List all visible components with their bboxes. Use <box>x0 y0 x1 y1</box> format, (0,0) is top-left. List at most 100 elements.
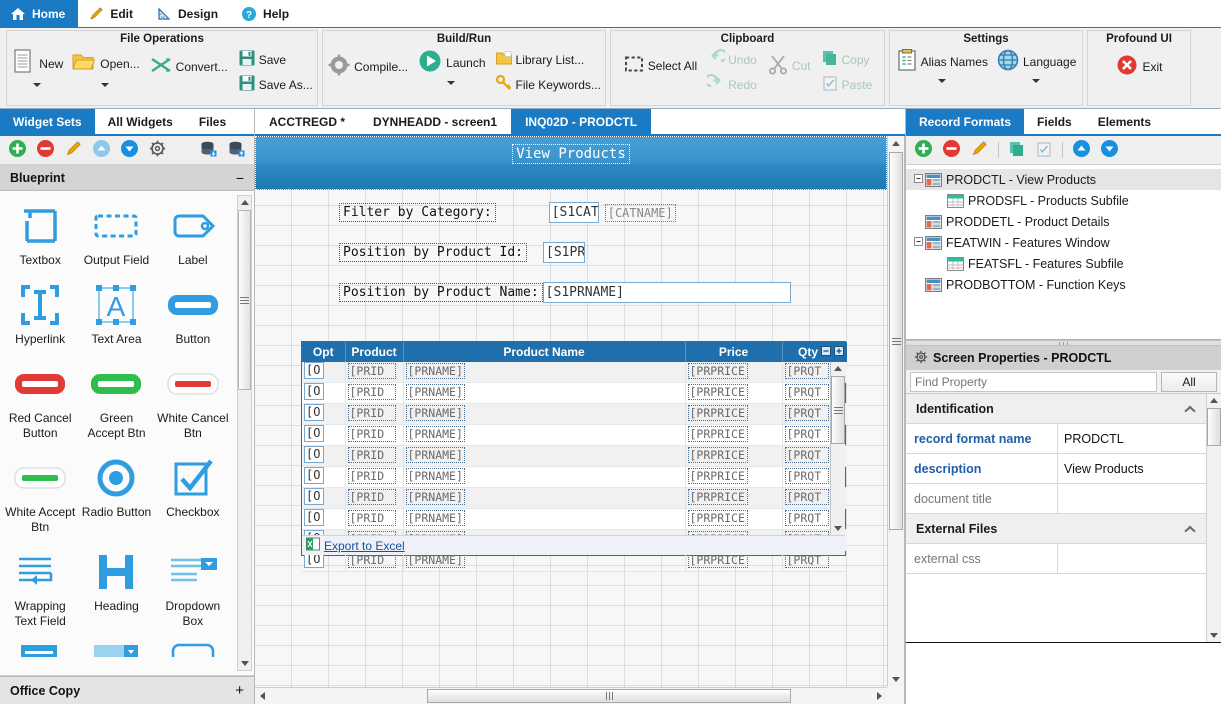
grid-scroll-down-arrow[interactable] <box>831 522 845 535</box>
grid-cell-price[interactable]: [PRPRICE <box>685 509 782 530</box>
property-value[interactable]: View Products <box>1058 454 1206 483</box>
tab-files[interactable]: Files <box>186 109 239 134</box>
doc-tab-acctregd[interactable]: ACCTREGD * <box>255 109 359 134</box>
widget-item-partial-2[interactable] <box>78 637 154 665</box>
table-row[interactable]: [O[PRID[PRNAME][PRPRICE[PRQT <box>302 467 847 488</box>
properties-scrollbar[interactable] <box>1206 394 1221 642</box>
position-product-id-input[interactable]: [S1PRI <box>543 242 585 263</box>
canvas-vscroll-thumb[interactable] <box>889 152 903 530</box>
grid-col-opt[interactable]: Opt <box>302 342 345 362</box>
copy-format-icon[interactable] <box>1008 140 1026 161</box>
grid-scroll-up-arrow[interactable] <box>831 362 845 375</box>
tree-node[interactable]: PRODDETL - Product Details <box>906 211 1221 232</box>
language-dropdown-arrow[interactable] <box>996 75 1076 85</box>
property-value[interactable] <box>1058 484 1206 513</box>
tab-record-formats[interactable]: Record Formats <box>906 109 1024 134</box>
expand-plus-icon[interactable] <box>834 345 844 359</box>
table-row[interactable]: [O[PRID[PRNAME][PRPRICE[PRQT <box>302 446 847 467</box>
tab-fields[interactable]: Fields <box>1024 109 1085 134</box>
open-dropdown-arrow[interactable] <box>71 79 139 89</box>
widget-item-green-accept-button[interactable]: Green Accept Btn <box>78 355 154 449</box>
doc-tab-dynheadd[interactable]: DYNHEADD - screen1 <box>359 109 511 134</box>
widget-item-white-accept-button[interactable]: White Accept Btn <box>2 449 78 543</box>
widget-item-radio-button[interactable]: Radio Button <box>78 449 154 543</box>
property-row[interactable]: record format namePRODCTL <box>906 424 1206 454</box>
edit-pencil-icon[interactable] <box>64 139 83 161</box>
ribbon-button-launch[interactable]: Launch <box>413 47 489 88</box>
ribbon-button-paste[interactable]: Paste <box>816 72 878 97</box>
grid-cell-product[interactable]: [PRID <box>345 488 403 509</box>
ribbon-button-save[interactable]: Save <box>233 47 318 72</box>
ribbon-button-redo[interactable]: Redo <box>702 72 762 97</box>
ribbon-button-save-as[interactable]: Save As... <box>233 72 318 97</box>
widget-item-hyperlink[interactable]: Hyperlink <box>2 276 78 355</box>
ribbon-button-compile[interactable]: Compile... <box>322 47 413 82</box>
doc-tab-inq02d[interactable]: INQ02D - PRODCTL <box>511 109 651 134</box>
grid-cell-price[interactable]: [PRPRICE <box>685 404 782 425</box>
expand-toggle-icon[interactable]: + <box>235 682 244 699</box>
filter-category-input[interactable]: [S1CAT <box>549 202 599 223</box>
add-icon[interactable] <box>8 139 27 161</box>
grid-cell-product_name[interactable]: [PRNAME] <box>403 425 685 446</box>
table-row[interactable]: [O[PRID[PRNAME][PRPRICE[PRQT <box>302 362 847 383</box>
grid-cell-opt[interactable]: [O <box>302 383 345 404</box>
ribbon-button-library-list[interactable]: Library List... <box>490 47 606 72</box>
grid-cell-opt[interactable]: [O <box>302 467 345 488</box>
tab-all-widgets[interactable]: All Widgets <box>95 109 186 134</box>
move-up-icon[interactable] <box>1072 139 1091 161</box>
grid-cell-product_name[interactable]: [PRNAME] <box>403 467 685 488</box>
widget-item-text-area[interactable]: A Text Area <box>78 276 154 355</box>
canvas-scroll-down-arrow[interactable] <box>888 672 904 687</box>
remove-icon[interactable] <box>36 139 55 161</box>
field-label[interactable]: Position by Product Id: <box>339 243 527 262</box>
grid-col-qty[interactable]: Qty <box>782 342 847 362</box>
widget-item-white-cancel-button[interactable]: White Cancel Btn <box>155 355 231 449</box>
ribbon-button-exit[interactable]: Exit <box>1110 47 1167 82</box>
paste-format-icon[interactable] <box>1035 140 1053 161</box>
grid-cell-opt[interactable]: [O <box>302 362 345 383</box>
property-section-header[interactable]: Identification <box>906 394 1206 424</box>
widget-item-wrapping-text-field[interactable]: Wrapping Text Field <box>2 543 78 637</box>
grid-cell-product[interactable]: [PRID <box>345 509 403 530</box>
ribbon-tab-edit[interactable]: Edit <box>78 0 146 27</box>
property-value[interactable]: PRODCTL <box>1058 424 1206 453</box>
grid-cell-opt[interactable]: [O <box>302 446 345 467</box>
canvas-scroll-right-arrow[interactable] <box>872 688 887 704</box>
ribbon-tab-help[interactable]: ? Help <box>231 0 302 27</box>
tree-node[interactable]: FEATWIN - Features Window <box>906 232 1221 253</box>
ribbon-button-cut[interactable]: Cut <box>762 47 816 80</box>
table-row[interactable]: [O[PRID[PRNAME][PRPRICE[PRQT <box>302 383 847 404</box>
widget-item-textbox[interactable]: Textbox <box>2 197 78 276</box>
widget-item-dropdown-box[interactable]: Dropdown Box <box>155 543 231 637</box>
widget-item-partial-1[interactable] <box>2 637 78 665</box>
grid-cell-product_name[interactable]: [PRNAME] <box>403 488 685 509</box>
grid-cell-product[interactable]: [PRID <box>345 467 403 488</box>
grid-cell-price[interactable]: [PRPRICE <box>685 446 782 467</box>
table-row[interactable]: [O[PRID[PRNAME][PRPRICE[PRQT <box>302 488 847 509</box>
grid-cell-product[interactable]: [PRID <box>345 362 403 383</box>
widget-item-partial-3[interactable] <box>155 637 231 665</box>
products-grid[interactable]: Opt Product Product Name Price Qty <box>301 341 846 556</box>
export-to-excel-link[interactable]: Export to Excel <box>324 539 405 553</box>
collapse-toggle-icon[interactable]: − <box>236 170 244 186</box>
ribbon-button-file-keywords[interactable]: File Keywords... <box>490 72 606 97</box>
find-property-input[interactable] <box>910 372 1157 392</box>
grid-cell-price[interactable]: [PRPRICE <box>685 383 782 404</box>
ribbon-button-language[interactable]: Language <box>992 47 1080 86</box>
ribbon-button-copy[interactable]: Copy <box>816 47 878 72</box>
grid-cell-price[interactable]: [PRPRICE <box>685 362 782 383</box>
field-label[interactable]: Filter by Category: <box>339 203 496 222</box>
widget-group-office-copy[interactable]: Office Copy + <box>0 676 254 704</box>
grid-cell-product_name[interactable]: [PRNAME] <box>403 446 685 467</box>
table-row[interactable]: [O[PRID[PRNAME][PRPRICE[PRQT <box>302 404 847 425</box>
grid-cell-product[interactable]: [PRID <box>345 383 403 404</box>
property-row[interactable]: external css <box>906 544 1206 574</box>
collapse-minus-icon[interactable] <box>821 345 831 359</box>
settings-gear-icon[interactable] <box>148 139 167 161</box>
tree-node[interactable]: PRODSFL - Products Subfile <box>906 190 1221 211</box>
grid-col-product-name[interactable]: Product Name <box>403 342 685 362</box>
ribbon-button-select-all[interactable]: Select All <box>618 47 702 80</box>
database-export-icon[interactable] <box>227 139 246 161</box>
position-product-name-input[interactable]: [S1PRNAME] <box>543 282 791 303</box>
grid-col-price[interactable]: Price <box>685 342 782 362</box>
